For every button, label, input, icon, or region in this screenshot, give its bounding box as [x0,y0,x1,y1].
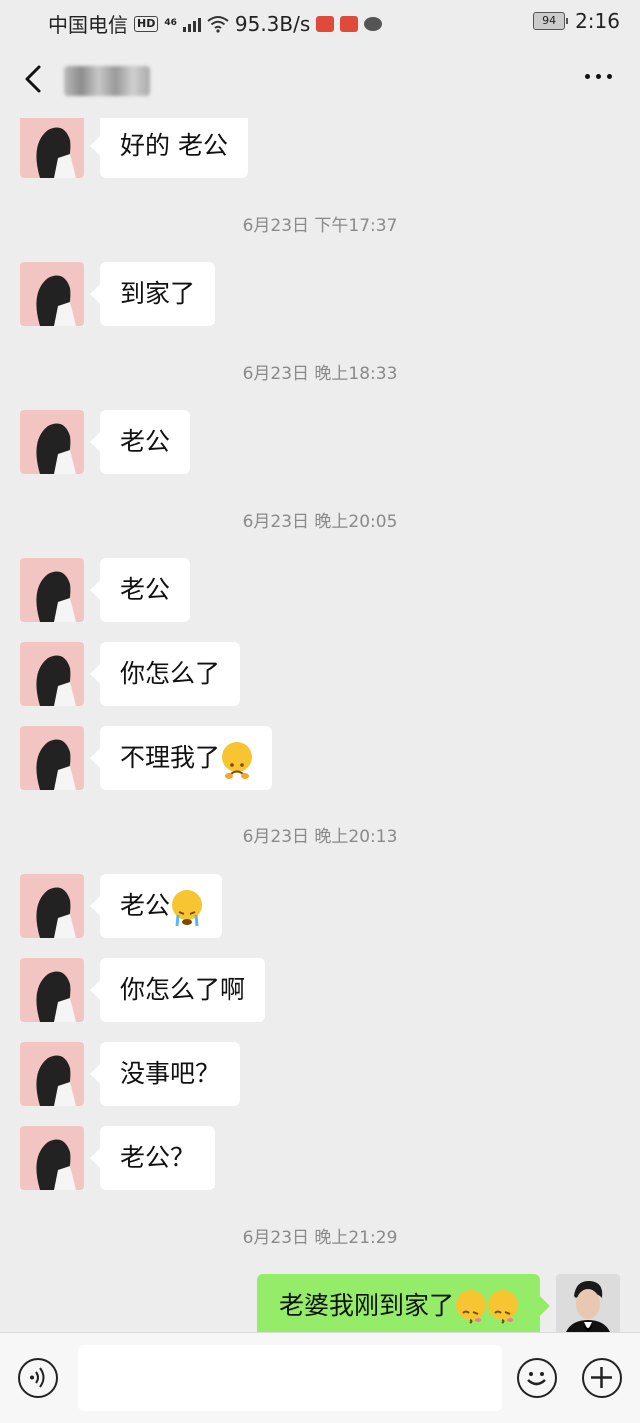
message-outgoing[interactable]: 老婆我刚到家了 [256,1274,620,1332]
message-bubble[interactable]: 老公 [100,410,191,474]
kissing-face-emoji [456,1290,486,1324]
app-notification-icon [316,15,335,32]
message-bubble[interactable]: 老公？ [100,1126,216,1190]
message-bubble[interactable]: 老公 [100,874,223,938]
message-text: 好的 老公 [120,131,228,160]
message-text: 到家了 [120,279,196,308]
my-avatar[interactable] [556,1274,620,1332]
avatar[interactable] [20,726,84,790]
message-incoming[interactable]: 老公 [20,410,191,474]
contact-name-blurred[interactable] [64,66,150,96]
message-text: 老公 [120,575,171,604]
message-incoming[interactable]: 老公 [20,874,223,938]
message-incoming[interactable]: 老公？ [20,1126,216,1190]
avatar[interactable] [20,958,84,1022]
message-incoming[interactable]: 到家了 [20,262,216,326]
network-speed: 95.3B/s [234,11,311,36]
message-bubble[interactable]: 好的 老公 [100,118,248,178]
hd-badge: HD [134,15,159,32]
message-bubble[interactable]: 老公 [100,558,191,622]
crying-face-emoji [172,890,203,927]
timestamp: 6月23日 晚上18:33 [242,364,398,384]
message-list[interactable]: 好的 老公 6月23日 下午17:37 到家了 6月23日 晚上18:33 老公… [0,118,640,1332]
avatar[interactable] [20,1042,84,1106]
voice-icon[interactable] [18,1358,58,1398]
chevron-left-icon[interactable] [20,64,50,94]
kissing-face-emoji [488,1290,518,1324]
network-type: 46 [164,18,177,28]
avatar[interactable] [20,410,84,474]
message-text: 老公 [120,891,171,920]
avatar[interactable] [20,642,84,706]
message-text: 老公？ [120,1143,196,1172]
message-bubble[interactable]: 没事吧？ [100,1042,241,1106]
message-text: 不理我了 [120,743,221,772]
message-text: 老婆我刚到家了 [278,1291,454,1320]
message-input[interactable] [78,1345,502,1411]
avatar[interactable] [20,118,84,178]
message-bubble[interactable]: 不理我了 [100,726,273,790]
timestamp: 6月23日 晚上20:13 [242,827,398,847]
sad-face-emoji [222,742,253,779]
more-dots-icon[interactable] [585,74,612,79]
plus-icon[interactable] [582,1358,622,1398]
input-bar [0,1332,640,1423]
message-incoming[interactable]: 不理我了 [20,726,273,790]
message-incoming[interactable]: 你怎么了啊 [20,958,266,1022]
status-left: 中国电信 HD 46 95.3B/s [48,9,383,38]
message-incoming[interactable]: 老公 [20,558,191,622]
status-bar: 中国电信 HD 46 95.3B/s 94 2:16 [0,0,640,44]
timestamp: 6月23日 下午17:37 [242,216,398,236]
message-incoming[interactable]: 你怎么了 [20,642,241,706]
message-incoming[interactable]: 没事吧？ [20,1042,241,1106]
chat-header [0,44,640,118]
battery-icon: 94 [533,12,569,30]
message-text: 老公 [120,427,171,456]
message-bubble[interactable]: 你怎么了 [100,642,241,706]
app-notification-icon [340,15,359,32]
wifi-icon [207,15,229,33]
message-bubble[interactable]: 到家了 [100,262,216,326]
smiley-icon[interactable] [517,1358,557,1398]
timestamp: 6月23日 晚上20:05 [242,512,398,532]
message-text: 你怎么了啊 [120,975,246,1004]
status-right: 94 2:16 [533,9,620,33]
message-bubble[interactable]: 你怎么了啊 [100,958,266,1022]
wechat-icon [364,16,383,31]
message-text: 你怎么了 [120,659,221,688]
carrier-label: 中国电信 [48,13,128,37]
avatar[interactable] [20,874,84,938]
timestamp: 6月23日 晚上21:29 [242,1228,398,1248]
message-text: 没事吧？ [120,1059,221,1088]
message-incoming[interactable]: 好的 老公 [20,118,248,178]
message-bubble-outgoing[interactable]: 老婆我刚到家了 [256,1274,540,1332]
avatar[interactable] [20,558,84,622]
avatar[interactable] [20,262,84,326]
clock: 2:16 [575,9,620,33]
avatar[interactable] [20,1126,84,1190]
signal-icon [182,16,201,32]
